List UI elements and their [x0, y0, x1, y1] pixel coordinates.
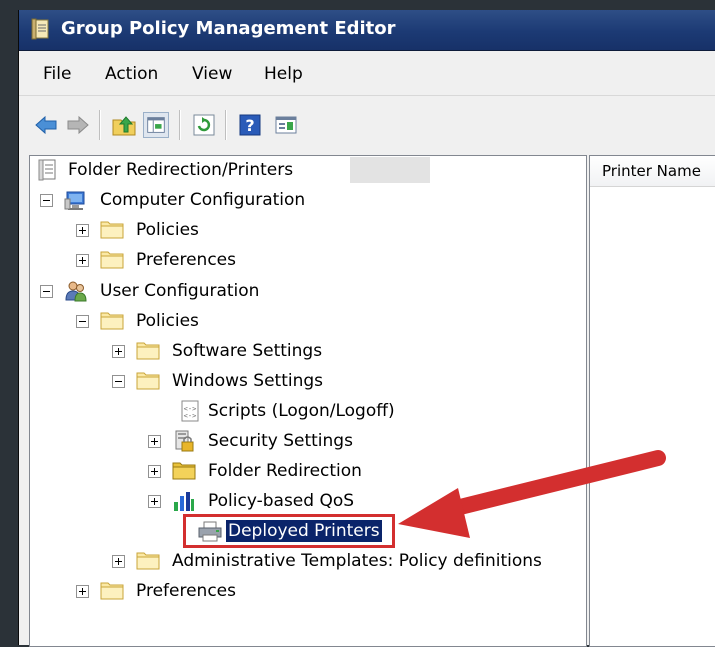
expand-toggle[interactable] [148, 435, 161, 448]
help-icon[interactable]: ? [237, 112, 263, 138]
column-header-printer-name[interactable]: Printer Name [590, 156, 715, 187]
highlight-box [183, 514, 395, 548]
toolbar-separator [99, 110, 101, 140]
red-arrow-annotation [398, 450, 666, 538]
properties-icon[interactable] [273, 112, 299, 138]
folder-icon [172, 462, 196, 480]
details-pane[interactable]: Printer Name [589, 155, 715, 647]
users-icon [65, 281, 87, 302]
expand-toggle[interactable] [112, 345, 125, 358]
folder-icon [100, 221, 124, 239]
expand-toggle[interactable] [76, 585, 89, 598]
tree-label: Security Settings [208, 431, 353, 451]
bar-chart-icon [174, 492, 194, 511]
toolbar-separator [225, 110, 227, 140]
tree-label: Software Settings [172, 341, 323, 361]
menu-view[interactable]: View [192, 64, 232, 84]
expand-toggle[interactable] [148, 465, 161, 478]
tree-label: Preferences [136, 581, 236, 601]
expand-toggle[interactable] [76, 224, 89, 237]
folder-icon [136, 552, 160, 570]
toolbar: ? [19, 96, 715, 154]
screenshot-frame: Group Policy Management Editor File Acti… [0, 0, 715, 647]
folder-icon [100, 251, 124, 269]
collapse-toggle[interactable] [112, 375, 125, 388]
collapse-toggle[interactable] [40, 285, 53, 298]
column-header-label: Printer Name [602, 162, 701, 180]
tree-pane[interactable]: Folder Redirection/Printers Computer Con… [29, 155, 587, 647]
tree-label: Computer Configuration [100, 190, 306, 210]
svg-text:?: ? [245, 116, 254, 135]
show-hide-tree-icon[interactable] [143, 112, 169, 138]
folder-icon [136, 372, 160, 390]
tree-label: Windows Settings [172, 371, 324, 391]
tree-label: Folder Redirection [208, 461, 362, 481]
forward-arrow-icon[interactable] [65, 112, 91, 138]
folder-icon [136, 342, 160, 360]
title-bar[interactable]: Group Policy Management Editor [19, 10, 715, 51]
up-folder-icon[interactable] [111, 112, 137, 138]
back-arrow-icon[interactable] [33, 112, 59, 138]
policy-document-icon [38, 159, 56, 181]
expand-toggle[interactable] [76, 254, 89, 267]
security-lock-icon [175, 430, 194, 452]
tree-label: User Configuration [100, 281, 260, 301]
folder-icon [100, 312, 124, 330]
computer-icon [64, 191, 85, 210]
menu-bar: File Action View Help [19, 51, 715, 96]
script-icon: <-> <-> [181, 400, 199, 422]
toolbar-separator [179, 110, 181, 140]
tree-label: Administrative Templates: Policy definit… [172, 551, 542, 571]
window-title: Group Policy Management Editor [61, 18, 396, 39]
menu-file[interactable]: File [43, 64, 71, 84]
tree-label: Folder Redirection/Printers [68, 160, 294, 180]
menu-action[interactable]: Action [105, 64, 158, 84]
tree-label: Policies [136, 311, 199, 331]
expand-toggle[interactable] [148, 495, 161, 508]
expand-toggle[interactable] [112, 555, 125, 568]
menu-help[interactable]: Help [264, 64, 303, 84]
root-label-shade [350, 157, 430, 183]
collapse-toggle[interactable] [76, 315, 89, 328]
tree-label: Policy-based QoS [208, 491, 355, 511]
collapse-toggle[interactable] [40, 194, 53, 207]
policy-document-icon [31, 18, 49, 40]
folder-icon [100, 582, 124, 600]
svg-text:<->: <-> [184, 412, 197, 420]
refresh-icon[interactable] [191, 112, 217, 138]
tree-label: Policies [136, 220, 199, 240]
tree-label: Preferences [136, 250, 236, 270]
tree-label: Scripts (Logon/Logoff) [208, 401, 395, 421]
